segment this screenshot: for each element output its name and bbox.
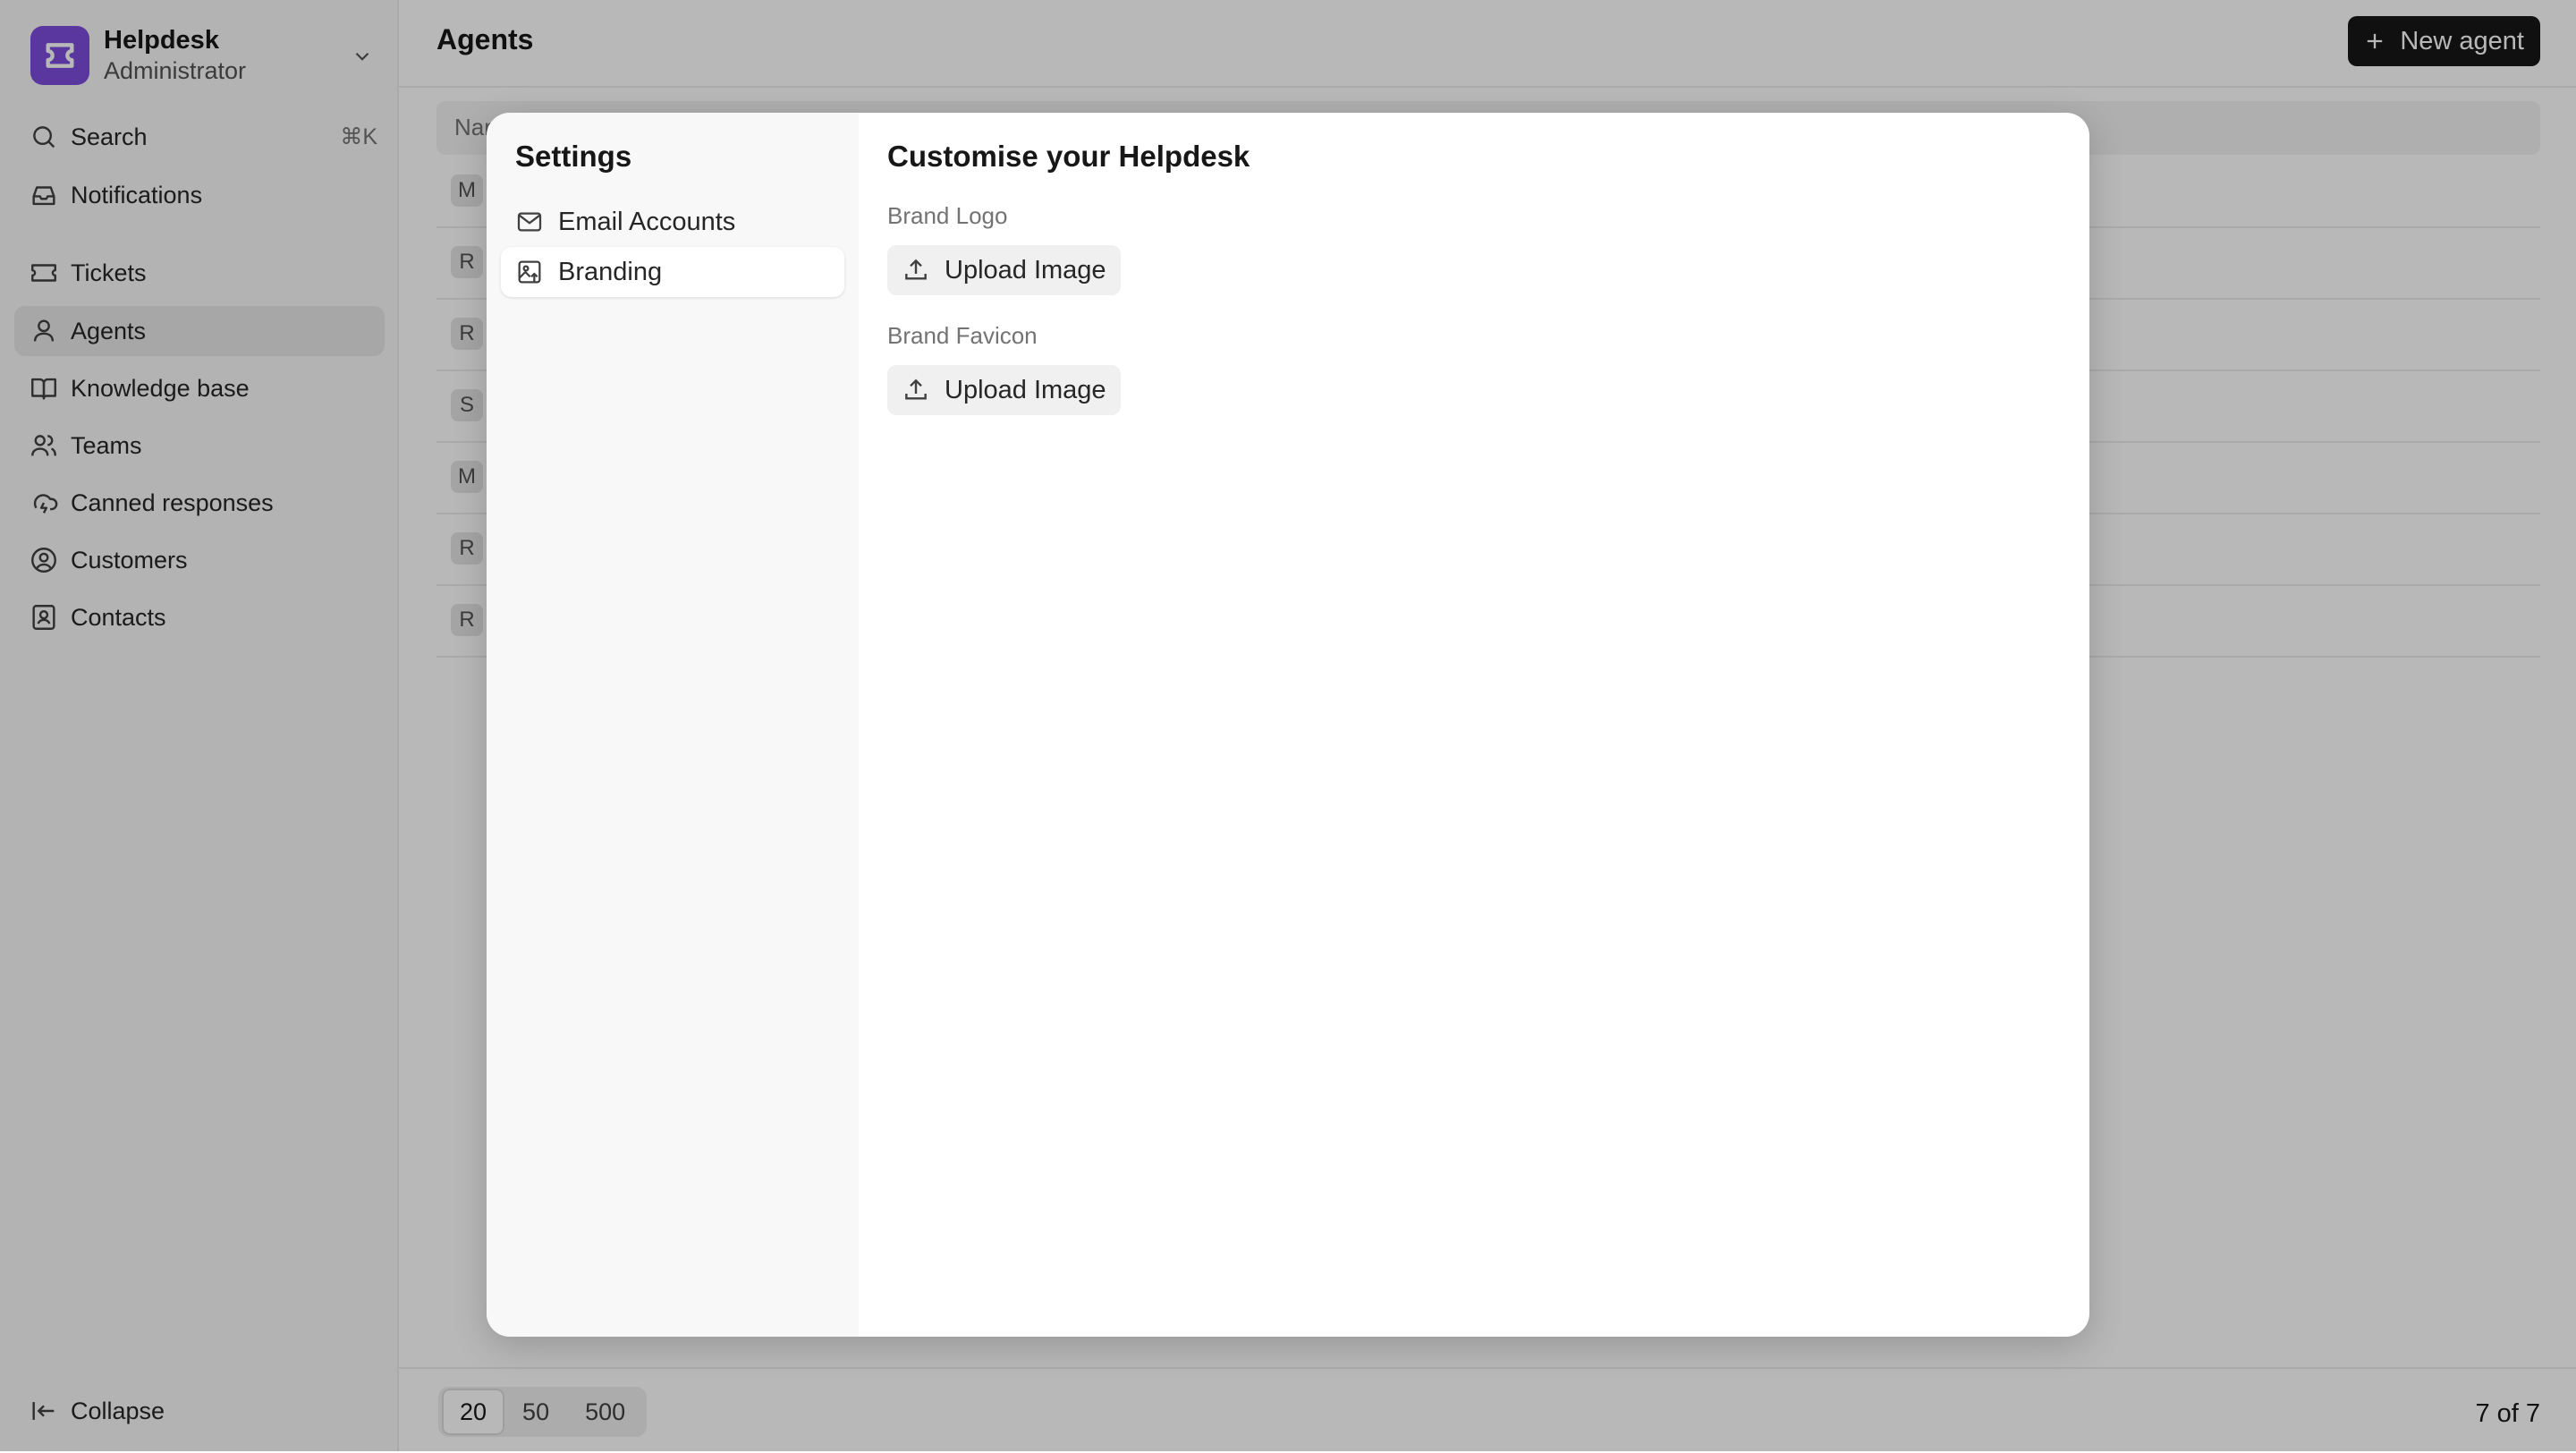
- settings-title: Settings: [515, 140, 632, 173]
- settings-sidebar: Settings Email Accounts Branding: [487, 113, 859, 1337]
- settings-item-label: Email Accounts: [558, 207, 736, 236]
- settings-item-label: Branding: [558, 257, 663, 286]
- brand-logo-upload-button[interactable]: Upload Image: [887, 245, 1121, 295]
- branding-heading: Customise your Helpdesk: [887, 140, 1250, 173]
- upload-label: Upload Image: [945, 375, 1106, 404]
- settings-modal: Settings Email Accounts Branding Customi…: [487, 113, 2089, 1337]
- brand-logo-label: Brand Logo: [887, 202, 1008, 229]
- mail-icon: [515, 208, 544, 236]
- settings-item-email-accounts[interactable]: Email Accounts: [501, 197, 844, 247]
- brand-favicon-upload-button[interactable]: Upload Image: [887, 365, 1121, 415]
- branding-panel: Customise your Helpdesk Brand Logo Uploa…: [859, 113, 2089, 1337]
- upload-icon: [902, 256, 930, 285]
- upload-icon: [902, 376, 930, 404]
- settings-item-branding[interactable]: Branding: [501, 247, 844, 297]
- image-icon: [515, 258, 544, 286]
- brand-favicon-label: Brand Favicon: [887, 322, 1038, 349]
- upload-label: Upload Image: [945, 255, 1106, 285]
